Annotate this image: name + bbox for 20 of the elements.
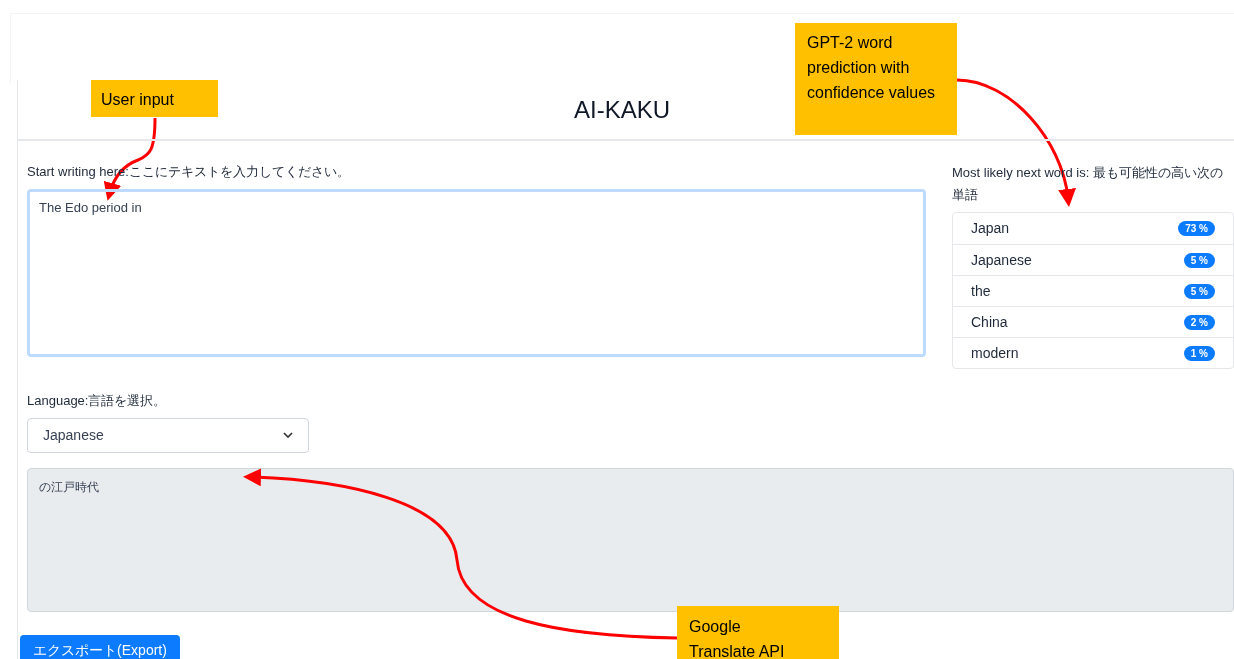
confidence-badge: 1 % (1183, 345, 1215, 361)
export-button[interactable]: エクスポート(Export) (20, 635, 180, 659)
prediction-row[interactable]: Japan 73 % (953, 213, 1233, 244)
confidence-badge: 2 % (1183, 314, 1215, 330)
annotation-callout: GPT-2 word prediction with confidence values (795, 23, 957, 135)
prediction-row[interactable]: China 2 % (953, 306, 1233, 337)
translation-output[interactable]: の江戸時代 (27, 468, 1234, 612)
annotation-callout: Google Translate API (677, 606, 839, 659)
confidence-badge: 5 % (1183, 283, 1215, 299)
annotation-callout: User input (91, 80, 218, 117)
prediction-row[interactable]: modern 1 % (953, 337, 1233, 368)
chevron-down-icon (283, 432, 293, 439)
prediction-row[interactable]: the 5 % (953, 275, 1233, 306)
language-select[interactable]: Japanese (27, 418, 309, 453)
input-field[interactable]: The Edo period in (27, 189, 926, 357)
language-label: Language:言語を選択。 (27, 392, 168, 409)
app-title: AI-KAKU (574, 94, 670, 125)
prediction-row[interactable]: Japanese 5 % (953, 244, 1233, 275)
confidence-badge: 5 % (1183, 252, 1215, 268)
confidence-badge: 73 % (1178, 221, 1215, 236)
